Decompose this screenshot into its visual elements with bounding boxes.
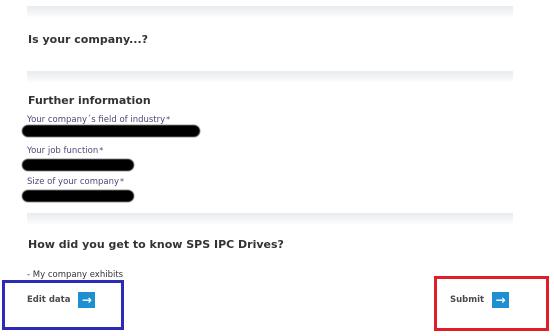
redacted-value-company-size xyxy=(22,190,134,202)
section-divider xyxy=(27,213,513,225)
field-label-job-function: Your job function* xyxy=(27,146,104,156)
answer-how-did-you-know: - My company exhibits xyxy=(27,270,124,280)
section-title-further-information: Further information xyxy=(28,94,151,107)
field-label-industry: Your company´s field of industry* xyxy=(27,115,171,125)
edit-data-highlight xyxy=(2,280,124,330)
section-divider xyxy=(27,71,513,83)
redacted-value-job-function xyxy=(22,159,134,171)
required-marker: * xyxy=(120,177,125,186)
field-label-company-size: Size of your company* xyxy=(27,177,125,187)
required-marker: * xyxy=(166,115,171,124)
redacted-value-industry xyxy=(22,125,200,137)
section-title-company: Is your company...? xyxy=(28,33,149,46)
required-marker: * xyxy=(99,146,104,155)
section-title-how-did-you-know: How did you get to know SPS IPC Drives? xyxy=(28,238,284,251)
submit-highlight xyxy=(434,276,549,331)
section-divider-top xyxy=(27,6,513,18)
